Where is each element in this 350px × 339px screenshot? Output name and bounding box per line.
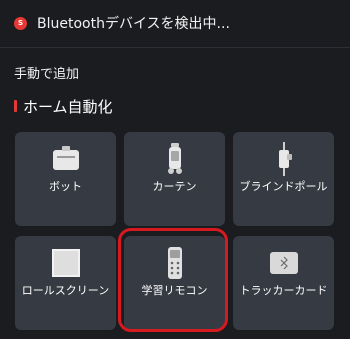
device-tile-roll-screen[interactable]: ロールスクリーン — [15, 236, 116, 330]
curtain-icon — [124, 143, 225, 174]
tile-label: ロールスクリーン — [21, 284, 110, 297]
bluetooth-scan-status: S Bluetoothデバイスを検出中... — [14, 10, 230, 36]
tile-label: ボット — [49, 180, 82, 193]
add-device-screen: S Bluetoothデバイスを検出中... 手動で追加 ホーム自動化 ボット — [0, 0, 350, 339]
tile-label: ブラインドポール — [239, 180, 328, 193]
device-tile-tracker-card[interactable]: トラッカーカード — [233, 236, 334, 330]
bot-icon — [15, 144, 116, 174]
roll-screen-icon — [15, 248, 116, 278]
scan-status-text: Bluetoothデバイスを検出中... — [37, 16, 230, 32]
device-tile-learning-remote[interactable]: 学習リモコン — [124, 236, 225, 330]
bluetooth-scan-icon: S — [14, 16, 27, 30]
blind-pole-icon — [233, 142, 334, 176]
section-header-home-automation: ホーム自動化 — [14, 96, 113, 116]
section-title: ホーム自動化 — [23, 97, 113, 116]
tile-label: 学習リモコン — [141, 284, 208, 297]
section-accent-bar — [14, 100, 17, 112]
tile-label: トラッカーカード — [239, 284, 328, 297]
tracker-card-icon — [233, 248, 334, 278]
device-tile-bot[interactable]: ボット — [15, 132, 116, 226]
device-tile-curtain[interactable]: カーテン — [124, 132, 225, 226]
learning-remote-icon — [124, 247, 225, 279]
divider — [0, 47, 350, 48]
device-tile-blind-pole[interactable]: ブラインドポール — [233, 132, 334, 226]
manual-add-label: 手動で追加 — [14, 67, 80, 82]
tile-label: カーテン — [152, 180, 197, 193]
